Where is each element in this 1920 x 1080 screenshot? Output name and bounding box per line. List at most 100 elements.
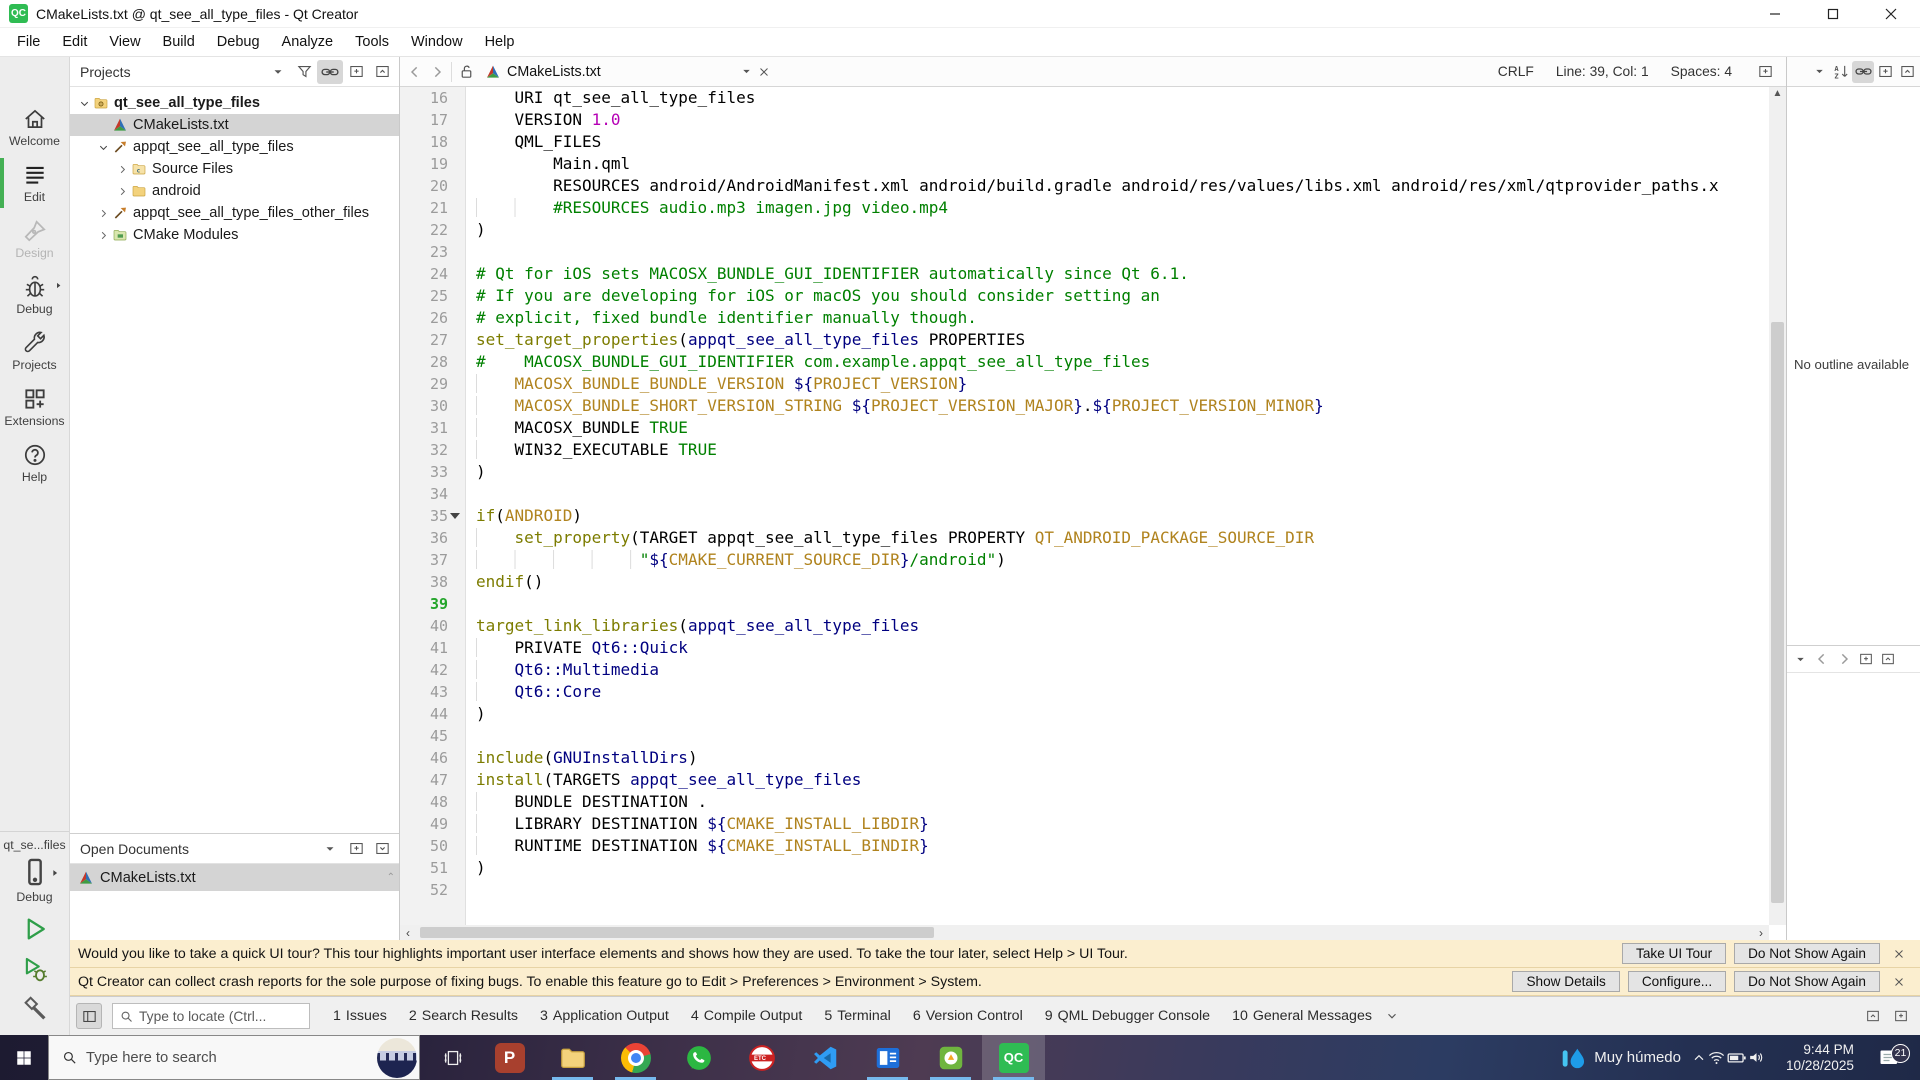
output-pane-search-results[interactable]: 2 Search Results (400, 1004, 527, 1028)
taskbar-app-vscode[interactable] (793, 1035, 856, 1080)
code-line-23[interactable]: 23 (400, 241, 1769, 263)
close-button[interactable] (1862, 0, 1920, 27)
code-line-45[interactable]: 45 (400, 725, 1769, 747)
code-line-19[interactable]: 19 Main.qml (400, 153, 1769, 175)
scroll-left-icon[interactable]: ‹ (400, 925, 416, 940)
code-line-39[interactable]: 39 (400, 593, 1769, 615)
output-pane-application-output[interactable]: 3 Application Output (531, 1004, 678, 1028)
outline-combo-arrow[interactable] (1789, 648, 1811, 670)
code-line-35[interactable]: 35 if(ANDROID) (400, 505, 1769, 527)
code-line-41[interactable]: 41 PRIVATE Qt6::Quick (400, 637, 1769, 659)
close-notification-icon[interactable] (1892, 947, 1906, 961)
code-editor[interactable]: 16 URI qt_see_all_type_files 17 VERSION 1… (400, 87, 1769, 925)
action-center-button[interactable]: 21 (1858, 1043, 1920, 1070)
menu-edit[interactable]: Edit (51, 30, 98, 54)
minimize-button[interactable] (1746, 0, 1804, 27)
context-arrow-icon[interactable] (54, 281, 63, 290)
code-line-28[interactable]: 28 # MACOSX_BUNDLE_GUI_IDENTIFIER com.exa… (400, 351, 1769, 373)
code-line-27[interactable]: 27 set_target_properties(appqt_see_all_ty… (400, 329, 1769, 351)
code-line-24[interactable]: 24 # Qt for iOS sets MACOSX_BUNDLE_GUI_ID… (400, 263, 1769, 285)
menu-file[interactable]: File (6, 30, 51, 54)
projects-combo-arrow-icon[interactable] (265, 60, 291, 84)
code-line-31[interactable]: 31 MACOSX_BUNDLE TRUE (400, 417, 1769, 439)
taskbar-app-picpick[interactable] (919, 1035, 982, 1080)
code-line-34[interactable]: 34 (400, 483, 1769, 505)
tree-item-appqt-see-all-type-files[interactable]: appqt_see_all_type_files (70, 136, 399, 158)
split-panel-icon[interactable] (343, 60, 369, 84)
maximize-button[interactable] (1804, 0, 1862, 27)
mode-projects[interactable]: Projects (0, 323, 69, 379)
code-line-16[interactable]: 16 URI qt_see_all_type_files (400, 87, 1769, 109)
document-selector[interactable]: CMakeLists.txt (485, 64, 753, 80)
link-icon[interactable] (1852, 60, 1874, 83)
chevron-collapsed-icon[interactable] (114, 163, 130, 176)
output-panes-overflow-icon[interactable] (1381, 1005, 1403, 1027)
output-pane-qml-debugger-console[interactable]: 9 QML Debugger Console (1036, 1004, 1219, 1028)
taskbar-app-file-explorer[interactable] (541, 1035, 604, 1080)
open-documents-combo-arrow-icon[interactable] (317, 837, 343, 861)
scroll-right-icon[interactable]: › (1753, 925, 1769, 940)
close-split-icon[interactable] (1896, 61, 1918, 83)
code-line-32[interactable]: 32 WIN32_EXECUTABLE TRUE (400, 439, 1769, 461)
taskbar-app-whatsapp[interactable] (667, 1035, 730, 1080)
mode-edit[interactable]: Edit (0, 155, 69, 211)
code-line-51[interactable]: 51) (400, 857, 1769, 879)
horizontal-scrollbar-thumb[interactable] (420, 927, 934, 938)
code-line-36[interactable]: 36 set_property(TARGET appqt_see_all_typ… (400, 527, 1769, 549)
code-line-44[interactable]: 44) (400, 703, 1769, 725)
code-line-43[interactable]: 43 Qt6::Core (400, 681, 1769, 703)
combo-arrow[interactable] (1808, 61, 1830, 83)
code-line-47[interactable]: 47 install(TARGETS appqt_see_all_type_fil… (400, 769, 1769, 791)
chevron-collapsed-icon[interactable] (95, 229, 111, 242)
output-pane-terminal[interactable]: 5 Terminal (815, 1004, 900, 1028)
outline-forward-icon[interactable] (1833, 648, 1855, 670)
close-panel-icon[interactable] (369, 60, 395, 84)
weather-widget[interactable]: Muy húmedo (1550, 1045, 1691, 1071)
battery-icon[interactable] (1726, 1047, 1747, 1068)
mode-debug[interactable]: Debug (0, 267, 69, 323)
code-line-22[interactable]: 22) (400, 219, 1769, 241)
code-line-40[interactable]: 40 target_link_libraries(appqt_see_all_ty… (400, 615, 1769, 637)
code-line-50[interactable]: 50 RUNTIME DESTINATION ${CMAKE_INSTALL_B… (400, 835, 1769, 857)
start-button[interactable] (0, 1035, 48, 1080)
lock-icon[interactable] (455, 61, 477, 83)
output-pane-general-messages[interactable]: 10 General Messages (1223, 1004, 1381, 1028)
output-pane-issues[interactable]: 1 Issues (324, 1004, 396, 1028)
task-view-button[interactable] (430, 1035, 476, 1080)
code-line-25[interactable]: 25 # If you are developing for iOS or mac… (400, 285, 1769, 307)
code-line-29[interactable]: 29 MACOSX_BUNDLE_BUNDLE_VERSION ${PROJEC… (400, 373, 1769, 395)
mode-help[interactable]: Help (0, 435, 69, 491)
mode-welcome[interactable]: Welcome (0, 99, 69, 155)
menu-tools[interactable]: Tools (344, 30, 400, 54)
split-editor-icon[interactable] (1754, 61, 1776, 83)
take-ui-tour-button[interactable]: Take UI Tour (1622, 943, 1727, 964)
taskbar-app-app-p[interactable]: P (478, 1035, 541, 1080)
code-line-33[interactable]: 33) (400, 461, 1769, 483)
filter-icon[interactable] (291, 60, 317, 84)
menu-window[interactable]: Window (400, 30, 474, 54)
indentation-indicator[interactable]: Spaces: 4 (1671, 64, 1732, 79)
locator-input[interactable]: Type to locate (Ctrl... (112, 1003, 310, 1029)
code-line-37[interactable]: 37 "${CMAKE_CURRENT_SOURCE_DIR}/android"… (400, 549, 1769, 571)
menu-debug[interactable]: Debug (206, 30, 271, 54)
tree-item-cmake-modules[interactable]: CMake Modules (70, 224, 399, 246)
tree-item-android[interactable]: android (70, 180, 399, 202)
vertical-scrollbar[interactable]: ▲ (1769, 87, 1786, 925)
chevron-expanded-icon[interactable] (76, 97, 92, 110)
menu-view[interactable]: View (98, 30, 151, 54)
document-dropdown-icon[interactable] (740, 65, 753, 78)
output-pane-compile-output[interactable]: 4 Compile Output (682, 1004, 811, 1028)
volume-icon[interactable] (1747, 1048, 1766, 1067)
taskbar-app-blue-window-app[interactable] (856, 1035, 919, 1080)
code-line-46[interactable]: 46 include(GNUInstallDirs) (400, 747, 1769, 769)
output-pane-version-control[interactable]: 6 Version Control (904, 1004, 1032, 1028)
code-line-48[interactable]: 48 BUNDLE DESTINATION . (400, 791, 1769, 813)
code-line-52[interactable]: 52 (400, 879, 1769, 901)
debug-run-button[interactable] (20, 954, 50, 989)
menu-build[interactable]: Build (152, 30, 206, 54)
sync-with-editor-icon[interactable] (317, 59, 343, 84)
open-documents-split-icon[interactable] (343, 837, 369, 861)
split-icon[interactable] (1874, 61, 1896, 83)
mode-design[interactable]: Design (0, 211, 69, 267)
close-notification-icon[interactable] (1892, 975, 1906, 989)
